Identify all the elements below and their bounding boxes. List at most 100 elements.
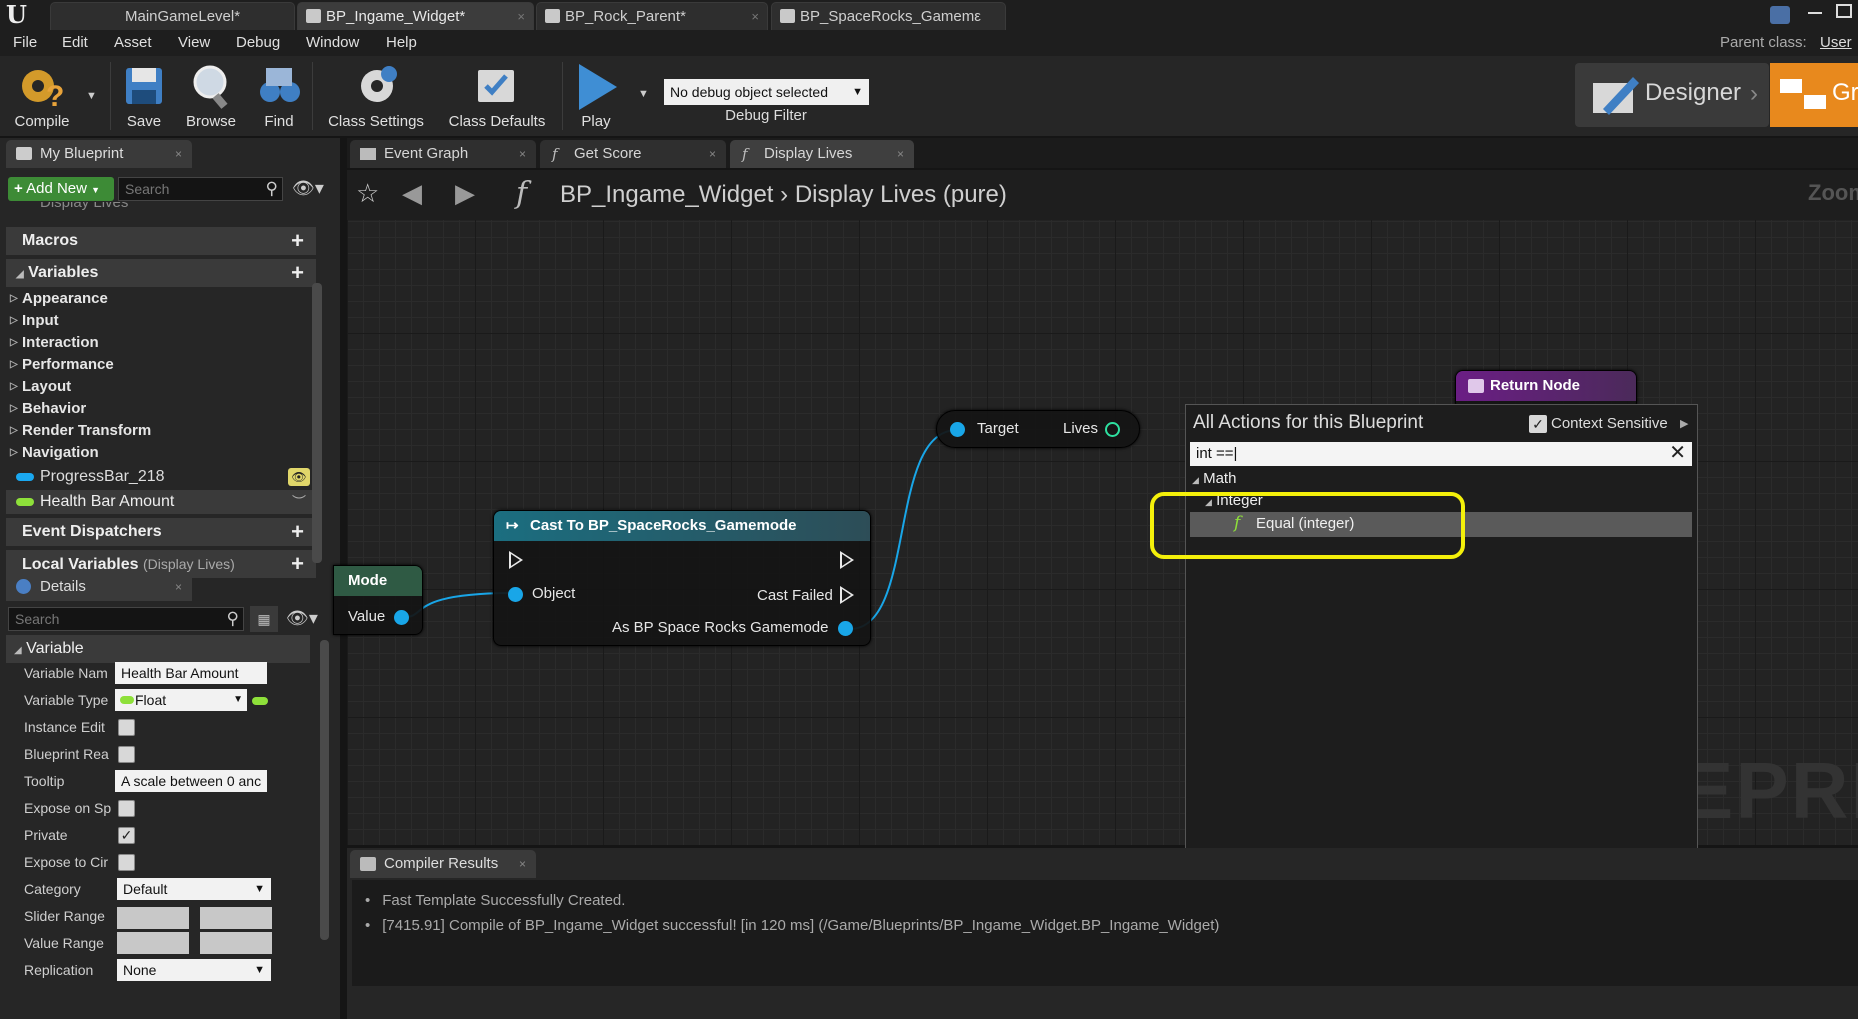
play-button[interactable]: Play (566, 60, 626, 132)
variable-type-select[interactable]: Float ▼ (115, 689, 247, 711)
menu-view[interactable]: View (178, 30, 210, 56)
graph-tab-event-graph[interactable]: Event Graph × (350, 140, 536, 168)
tooltip-field[interactable]: A scale between 0 anc (115, 770, 267, 792)
variable-name-field[interactable]: Health Bar Amount (115, 662, 267, 684)
action-category-math[interactable]: ◢ Math (1192, 470, 1236, 487)
breadcrumb-blueprint[interactable]: BP_Ingame_Widget (560, 181, 773, 208)
details-scrollbar[interactable] (320, 640, 329, 940)
action-search-input[interactable]: int ==| ✕ (1190, 442, 1692, 466)
maximize-icon[interactable] (1836, 4, 1852, 18)
browse-button[interactable]: Browse (178, 60, 244, 132)
minimize-icon[interactable] (1808, 12, 1822, 14)
parent-class-link[interactable]: User (1820, 30, 1852, 56)
add-macro-plus-icon[interactable]: + (291, 227, 304, 255)
add-variable-plus-icon[interactable]: + (291, 259, 304, 287)
menu-window[interactable]: Window (306, 30, 359, 56)
function-item-display-lives[interactable]: Display Lives (22, 202, 128, 216)
category-performance[interactable]: ▷ Performance (6, 354, 316, 376)
lives-pin[interactable] (1105, 422, 1120, 437)
collapse-triangle-icon: ◢ (14, 645, 22, 656)
close-tab-icon[interactable]: × (519, 140, 526, 168)
target-pin[interactable] (950, 422, 965, 437)
cast-node[interactable]: ↦ Cast To BP_SpaceRocks_Gamemode Object … (493, 510, 871, 646)
category-behavior[interactable]: ▷ Behavior (6, 398, 316, 420)
expose-to-cinematics-checkbox[interactable] (118, 854, 135, 871)
replication-select[interactable]: None ▼ (117, 959, 271, 981)
get-game-mode-node[interactable]: Mode Value (333, 565, 423, 635)
slider-range-max-field[interactable] (200, 907, 272, 929)
doc-tab-main-game-level[interactable]: MainGameLevel* (50, 2, 295, 30)
chevron-right-icon[interactable]: ▶ (1680, 417, 1688, 430)
variable-item-progressbar[interactable]: ProgressBar_218 👁 (6, 465, 316, 489)
play-options-chevron-icon[interactable]: ▼ (638, 88, 649, 100)
category-select[interactable]: Default ▼ (117, 878, 271, 900)
menu-file[interactable]: File (13, 30, 37, 56)
save-button[interactable]: Save (116, 60, 172, 132)
close-tab-icon[interactable]: × (897, 140, 904, 168)
compile-options-chevron-icon[interactable]: ▼ (86, 90, 97, 102)
variable-details-section[interactable]: ◢ Variable (6, 635, 310, 663)
find-button[interactable]: Find (252, 60, 306, 132)
my-blueprint-search-input[interactable]: Search ⚲ (118, 177, 283, 201)
cast-failed-exec-pin[interactable] (840, 586, 854, 604)
category-render-transform[interactable]: ▷ Render Transform (6, 420, 316, 442)
slider-range-min-field[interactable] (117, 907, 189, 929)
add-new-button[interactable]: + Add New ▼ (8, 177, 114, 201)
category-layout[interactable]: ▷ Layout (6, 376, 316, 398)
property-matrix-icon[interactable]: ▦ (250, 606, 278, 632)
close-tab-icon[interactable]: × (517, 3, 525, 30)
doc-tab-rock-parent[interactable]: BP_Rock_Parent* × (536, 2, 768, 30)
value-range-max-field[interactable] (200, 932, 272, 954)
value-range-min-field[interactable] (117, 932, 189, 954)
close-tab-icon[interactable]: × (175, 140, 182, 168)
graph-tab-get-score[interactable]: f Get Score × (540, 140, 726, 168)
blueprint-readonly-checkbox[interactable] (118, 746, 135, 763)
variable-item-health-bar-amount[interactable]: Health Bar Amount ︶ (6, 490, 316, 514)
menu-asset[interactable]: Asset (114, 30, 152, 56)
private-checkbox[interactable]: ✓ (118, 827, 135, 844)
macros-section[interactable]: Macros + (6, 227, 316, 255)
object-pin[interactable] (508, 587, 523, 602)
close-tab-icon[interactable]: × (709, 140, 716, 168)
variables-section[interactable]: ◢ Variables + (6, 259, 316, 287)
details-search-input[interactable]: Search ⚲ (8, 607, 244, 631)
visibility-eye-icon[interactable]: 👁▾ (286, 608, 318, 629)
value-pin[interactable] (394, 610, 409, 625)
menu-debug[interactable]: Debug (236, 30, 280, 56)
exec-out-pin[interactable] (840, 551, 854, 569)
menu-help[interactable]: Help (386, 30, 417, 56)
expose-on-spawn-checkbox[interactable] (118, 800, 135, 817)
close-tab-icon[interactable]: × (519, 850, 526, 878)
clear-search-icon[interactable]: ✕ (1669, 442, 1686, 464)
class-settings-button[interactable]: Class Settings (322, 60, 430, 132)
add-local-variable-plus-icon[interactable]: + (291, 550, 304, 578)
my-blueprint-tab[interactable]: My Blueprint × (6, 140, 192, 168)
my-blueprint-scrollbar[interactable] (312, 283, 322, 563)
close-tab-icon[interactable]: × (751, 3, 759, 30)
get-lives-node[interactable]: Target Lives (936, 410, 1140, 448)
context-sensitive-checkbox[interactable]: ✓ (1529, 415, 1547, 433)
exec-in-pin[interactable] (509, 551, 523, 569)
class-defaults-button[interactable]: Class Defaults (440, 60, 554, 132)
close-tab-icon[interactable]: × (175, 573, 182, 601)
category-navigation[interactable]: ▷ Navigation (6, 442, 316, 464)
doc-tab-spacerocks-gamemode[interactable]: BP_SpaceRocks_Gamemε (771, 2, 1006, 30)
add-dispatcher-plus-icon[interactable]: + (291, 518, 304, 546)
hidden-eye-icon[interactable]: ︶ (292, 490, 306, 514)
doc-tab-ingame-widget[interactable]: BP_Ingame_Widget* × (297, 2, 534, 30)
visibility-eye-icon[interactable]: 👁 (288, 468, 310, 486)
category-input[interactable]: ▷ Input (6, 310, 316, 332)
menu-edit[interactable]: Edit (62, 30, 88, 56)
event-dispatchers-section[interactable]: Event Dispatchers + (6, 518, 316, 546)
instance-editable-checkbox[interactable] (118, 719, 135, 736)
learn-icon[interactable] (1770, 6, 1790, 24)
debug-object-select[interactable]: No debug object selected ▼ (664, 79, 869, 105)
category-interaction[interactable]: ▷ Interaction (6, 332, 316, 354)
compile-button[interactable]: ? Compile (4, 60, 80, 132)
as-gamemode-pin[interactable] (838, 621, 853, 636)
details-tab[interactable]: Details × (6, 573, 192, 601)
visibility-eye-icon[interactable]: 👁▾ (292, 178, 324, 199)
graph-tab-display-lives[interactable]: f Display Lives × (730, 140, 914, 168)
compiler-results-tab[interactable]: Compiler Results × (350, 850, 536, 878)
category-appearance[interactable]: ▷ Appearance (6, 288, 316, 310)
